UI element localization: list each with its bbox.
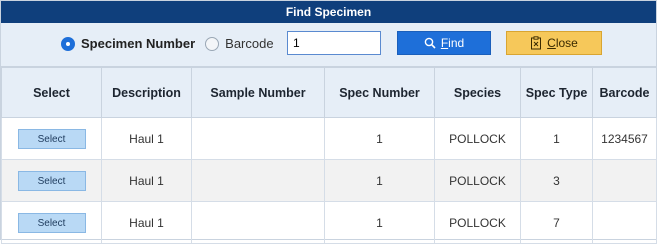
column-header-description[interactable]: Description xyxy=(101,67,192,118)
barcode-radio-label[interactable]: Barcode xyxy=(225,36,273,51)
spec-number-cell: 1 xyxy=(324,201,435,244)
clipboard-close-icon xyxy=(530,36,542,50)
description-cell: Haul 1 xyxy=(101,159,192,202)
barcode-cell xyxy=(592,159,657,202)
find-button-label: Find xyxy=(441,36,464,50)
find-button[interactable]: Find xyxy=(397,31,491,55)
table-row: Select Haul 1 1 POLLOCK 1 1234567 xyxy=(1,117,657,160)
close-button-label: Close xyxy=(547,36,578,50)
close-label-rest: lose xyxy=(555,36,578,50)
table-row: Select Haul 1 1 POLLOCK 3 xyxy=(1,159,657,202)
column-header-sample-number[interactable]: Sample Number xyxy=(191,67,325,118)
select-row-button[interactable]: Select xyxy=(17,212,86,233)
barcode-cell: 1234567 xyxy=(592,117,657,160)
species-cell: POLLOCK xyxy=(434,201,521,244)
sample-number-cell xyxy=(191,201,325,244)
select-cell: Select xyxy=(1,159,102,202)
select-cell: Select xyxy=(1,201,102,244)
spec-number-cell: 1 xyxy=(324,159,435,202)
table-row: Select Haul 1 1 POLLOCK 7 xyxy=(1,201,657,244)
dialog-title: Find Specimen xyxy=(285,5,372,19)
search-toolbar: Specimen Number Barcode Find xyxy=(1,23,656,67)
description-cell: Haul 1 xyxy=(101,117,192,160)
column-header-spec-number[interactable]: Spec Number xyxy=(324,67,435,118)
specimen-number-radio[interactable] xyxy=(61,36,75,51)
spec-type-cell: 3 xyxy=(520,159,593,202)
spec-type-cell: 7 xyxy=(520,201,593,244)
column-header-spec-type[interactable]: Spec Type xyxy=(520,67,593,118)
select-row-button[interactable]: Select xyxy=(17,170,86,191)
find-specimen-dialog: Find Specimen Specimen Number Barcode Fi… xyxy=(0,0,657,244)
search-icon xyxy=(424,37,436,49)
specimen-number-radio-label[interactable]: Specimen Number xyxy=(81,36,195,51)
column-header-species[interactable]: Species xyxy=(434,67,521,118)
barcode-cell xyxy=(592,201,657,244)
spec-number-cell: 1 xyxy=(324,117,435,160)
sample-number-cell xyxy=(191,117,325,160)
specimen-results-table: Select Description Sample Number Spec Nu… xyxy=(1,67,657,244)
description-cell: Haul 1 xyxy=(101,201,192,244)
close-accesskey: C xyxy=(547,36,556,50)
column-header-select[interactable]: Select xyxy=(1,67,102,118)
specimen-search-input[interactable] xyxy=(287,31,381,55)
sample-number-cell xyxy=(191,159,325,202)
search-mode-group: Specimen Number Barcode xyxy=(61,36,274,51)
find-label-rest: ind xyxy=(448,36,465,50)
select-row-button[interactable]: Select xyxy=(17,128,86,149)
dialog-title-bar: Find Specimen xyxy=(1,1,656,23)
close-button[interactable]: Close xyxy=(506,31,602,55)
species-cell: POLLOCK xyxy=(434,159,521,202)
barcode-radio[interactable] xyxy=(205,36,220,51)
column-header-barcode[interactable]: Barcode xyxy=(592,67,657,118)
table-header-row: Select Description Sample Number Spec Nu… xyxy=(1,67,657,118)
spec-type-cell: 1 xyxy=(520,117,593,160)
species-cell: POLLOCK xyxy=(434,117,521,160)
select-cell: Select xyxy=(1,117,102,160)
